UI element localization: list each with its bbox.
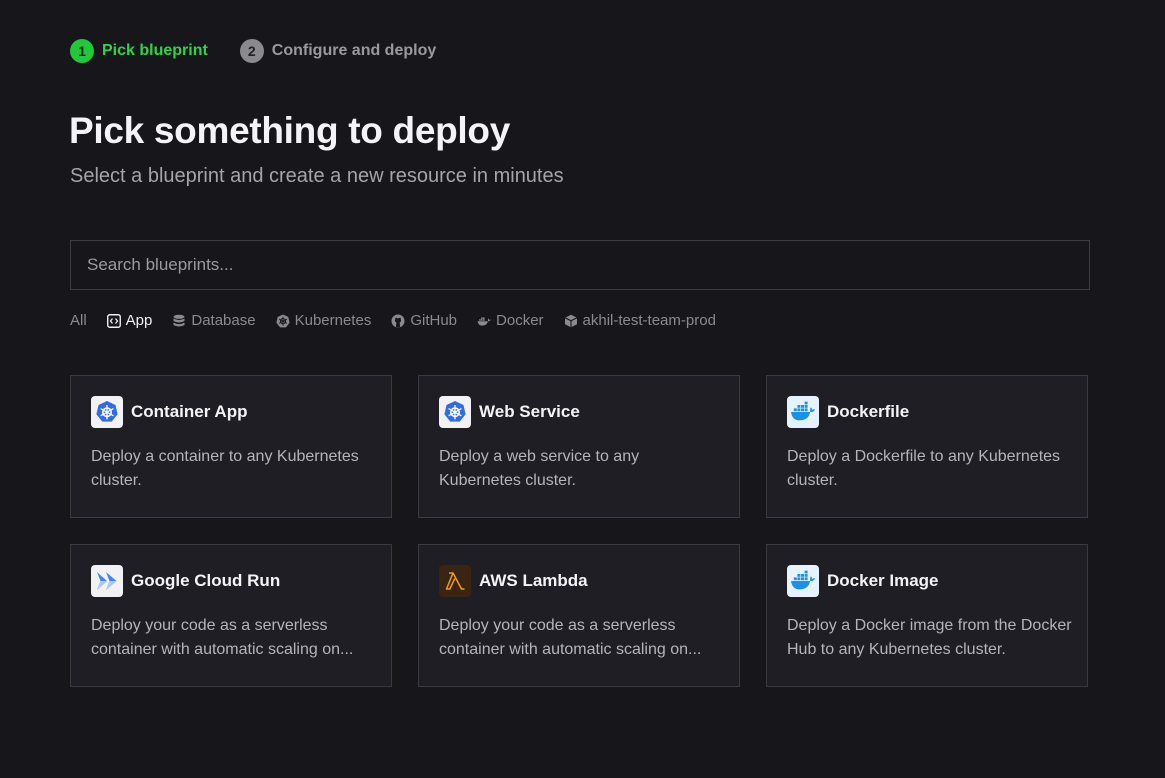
blueprint-card-web-service[interactable]: Web Service Deploy a web service to any …	[418, 375, 740, 518]
filter-label: GitHub	[410, 312, 458, 329]
step-pick-blueprint[interactable]: 1 Pick blueprint	[70, 39, 208, 63]
filter-app[interactable]: App	[106, 312, 153, 329]
blueprint-card-aws-lambda[interactable]: AWS Lambda Deploy your code as a serverl…	[418, 544, 740, 687]
database-icon	[172, 314, 186, 328]
kubernetes-icon	[439, 396, 471, 428]
github-icon	[391, 314, 405, 328]
filter-label: Kubernetes	[294, 312, 372, 329]
blueprint-card-container-app[interactable]: Container App Deploy a container to any …	[70, 375, 392, 518]
step-configure-deploy[interactable]: 2 Configure and deploy	[239, 39, 437, 63]
filter-bar: All App Database Kubernetes GitHub Docke…	[70, 312, 736, 329]
card-description: Deploy your code as a serverless contain…	[91, 617, 354, 658]
filter-label: App	[125, 312, 153, 329]
aws-lambda-icon	[439, 565, 471, 597]
code-icon	[106, 313, 121, 328]
google-cloud-run-icon	[91, 565, 123, 597]
step-label: Pick blueprint	[102, 42, 208, 59]
kubernetes-icon	[91, 396, 123, 428]
cube-icon	[564, 314, 578, 328]
filter-github[interactable]: GitHub	[391, 312, 457, 329]
filter-database[interactable]: Database	[172, 312, 256, 329]
search-input[interactable]	[71, 241, 1089, 289]
blueprint-card-google-cloud-run[interactable]: Google Cloud Run Deploy your code as a s…	[70, 544, 392, 687]
filter-docker[interactable]: Docker	[477, 312, 544, 329]
filter-kubernetes[interactable]: Kubernetes	[275, 312, 372, 329]
search-box	[70, 240, 1090, 290]
card-description: Deploy a container to any Kubernetes clu…	[91, 448, 359, 489]
filter-all[interactable]: All	[70, 312, 87, 329]
docker-icon	[477, 314, 491, 328]
card-description: Deploy a Docker image from the Docker Hu…	[787, 617, 1072, 658]
docker-icon	[787, 396, 819, 428]
filter-label: All	[70, 312, 87, 329]
card-title: Google Cloud Run	[131, 571, 281, 590]
filter-label: akhil-test-team-prod	[582, 312, 716, 329]
filter-label: Database	[191, 312, 256, 329]
docker-icon	[787, 565, 819, 597]
kubernetes-icon	[275, 314, 290, 328]
blueprint-card-docker-image[interactable]: Docker Image Deploy a Docker image from …	[766, 544, 1088, 687]
filter-team[interactable]: akhil-test-team-prod	[564, 312, 716, 329]
filter-label: Docker	[496, 312, 544, 329]
stepper: 1 Pick blueprint 2 Configure and deploy	[70, 39, 468, 63]
card-title: Web Service	[479, 402, 580, 421]
card-title: AWS Lambda	[479, 571, 588, 590]
card-description: Deploy a web service to any Kubernetes c…	[439, 448, 640, 489]
card-title: Docker Image	[827, 571, 939, 590]
card-description: Deploy a Dockerfile to any Kubernetes cl…	[787, 448, 1061, 489]
blueprint-card-dockerfile[interactable]: Dockerfile Deploy a Dockerfile to any Ku…	[766, 375, 1088, 518]
step-number: 2	[239, 39, 264, 63]
step-label: Configure and deploy	[271, 42, 437, 59]
card-title: Container App	[131, 402, 248, 421]
page-subtitle: Select a blueprint and create a new reso…	[70, 165, 564, 187]
step-number: 1	[70, 39, 94, 63]
card-title: Dockerfile	[827, 402, 910, 421]
page-title: Pick something to deploy	[69, 110, 510, 151]
card-description: Deploy your code as a serverless contain…	[439, 617, 702, 658]
